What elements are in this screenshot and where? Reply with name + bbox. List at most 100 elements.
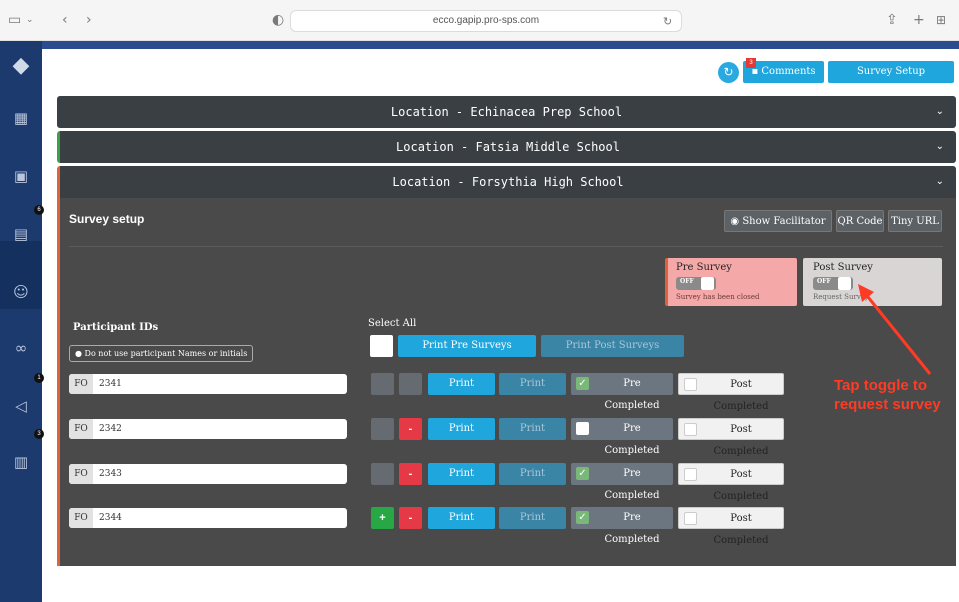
- print-pre-button[interactable]: Print: [428, 507, 495, 529]
- document-icon: ▥: [13, 453, 29, 471]
- select-all-label: Select All: [368, 318, 417, 329]
- print-pre-button[interactable]: Print: [428, 463, 495, 485]
- toggle-state: OFF: [817, 278, 831, 285]
- participant-id-field[interactable]: FO 2343: [69, 464, 347, 484]
- location-header-forsythia[interactable]: Location - Forsythia High School ⌄: [57, 166, 956, 198]
- add-participant-button[interactable]: +: [371, 507, 394, 529]
- add-participant-button[interactable]: [371, 463, 394, 485]
- pre-completed-toggle[interactable]: Pre Completed: [571, 418, 673, 456]
- participant-id-value: 2341: [99, 379, 122, 389]
- print-post-button[interactable]: Print: [499, 463, 566, 485]
- annotation-arrow: [858, 284, 932, 375]
- participant-prefix: FO: [69, 374, 93, 394]
- notification-badge: 6: [34, 205, 44, 215]
- back-icon[interactable]: ‹: [62, 12, 68, 28]
- checkbox: [684, 512, 697, 525]
- reload-icon[interactable]: ↻: [663, 14, 672, 30]
- divider: [69, 246, 943, 247]
- tiny-url-button[interactable]: Tiny URL: [888, 210, 942, 232]
- sidebar-item-links[interactable]: ∞: [0, 339, 42, 357]
- checkbox: [576, 422, 589, 435]
- briefcase-icon: ▣: [13, 167, 29, 185]
- survey-setup-instructions-button[interactable]: Survey Setup Instructions: [828, 61, 954, 99]
- post-completed-toggle[interactable]: Post Completed: [678, 373, 784, 412]
- sidebar-item-users[interactable]: ☺: [0, 283, 42, 301]
- chevron-down-icon: ⌄: [935, 106, 944, 117]
- location-title: Location - Echinacea Prep School: [390, 105, 623, 119]
- chevron-down-icon[interactable]: ⌄: [26, 12, 34, 28]
- remove-participant-button[interactable]: -: [399, 507, 422, 529]
- users-icon: ☺: [13, 283, 29, 301]
- show-facilitator-label: Show Facilitator: [742, 216, 826, 227]
- new-tab-icon[interactable]: +: [913, 12, 925, 28]
- sidebar-item-announcements[interactable]: ◁: [0, 397, 42, 415]
- notification-badge: 3: [34, 429, 44, 439]
- print-pre-surveys-button[interactable]: Print Pre Surveys: [398, 335, 536, 357]
- forward-icon[interactable]: ›: [86, 12, 92, 28]
- participant-id-field[interactable]: FO 2342: [69, 419, 347, 439]
- participant-id-field[interactable]: FO 2341: [69, 374, 347, 394]
- chevron-down-icon: ⌄: [935, 141, 944, 152]
- participant-id-field[interactable]: FO 2344: [69, 508, 347, 528]
- pre-completed-toggle[interactable]: ✓ Pre Completed: [571, 373, 673, 411]
- qr-code-button[interactable]: QR Code: [836, 210, 884, 232]
- sidebar-toggle-icon[interactable]: ▭: [8, 12, 21, 28]
- post-completed-toggle[interactable]: Post Completed: [678, 418, 784, 457]
- print-pre-button[interactable]: Print: [428, 373, 495, 395]
- app-header-strip: [0, 41, 959, 49]
- pre-completed-toggle[interactable]: ✓ Pre Completed: [571, 507, 673, 545]
- post-survey-toggle[interactable]: OFF: [813, 277, 853, 290]
- remove-participant-button[interactable]: -: [399, 418, 422, 440]
- checkbox: [684, 468, 697, 481]
- pre-survey-status: Survey has been closed: [676, 293, 760, 301]
- notification-badge: 1: [34, 373, 44, 383]
- participant-id-value: 2343: [99, 469, 122, 479]
- remove-participant-button[interactable]: [399, 373, 422, 395]
- add-participant-button[interactable]: [371, 373, 394, 395]
- print-pre-button[interactable]: Print: [428, 418, 495, 440]
- participant-id-value: 2342: [99, 424, 122, 434]
- print-post-surveys-button[interactable]: Print Post Surveys: [541, 335, 684, 357]
- sidebar-item-projects[interactable]: ▣: [0, 167, 42, 185]
- toggle-knob: [701, 277, 714, 290]
- post-completed-toggle[interactable]: Post Completed: [678, 507, 784, 546]
- sidebar-item-surveys[interactable]: ▤: [0, 225, 42, 243]
- comments-label: Comments: [761, 66, 816, 77]
- logo-icon[interactable]: ◆: [0, 53, 42, 78]
- annotation-text: Tap toggle to request survey: [834, 377, 941, 413]
- refresh-icon: ↻: [723, 65, 734, 79]
- print-post-button[interactable]: Print: [499, 418, 566, 440]
- share-icon[interactable]: ⇪: [886, 12, 898, 28]
- pre-completed-toggle[interactable]: ✓ Pre Completed: [571, 463, 673, 501]
- remove-participant-button[interactable]: -: [399, 463, 422, 485]
- pre-survey-toggle[interactable]: OFF: [676, 277, 716, 290]
- report-icon: ▦: [13, 109, 29, 127]
- refresh-button[interactable]: ↻: [718, 62, 739, 83]
- shield-icon[interactable]: ◐: [272, 12, 284, 28]
- survey-setup-heading: Survey setup: [69, 212, 145, 226]
- participant-prefix: FO: [69, 464, 93, 484]
- checkbox: [684, 423, 697, 436]
- participant-prefix: FO: [69, 419, 93, 439]
- address-bar[interactable]: ecco.gapip.pro-sps.com ↻: [290, 10, 682, 32]
- sidebar-item-reports[interactable]: ▥: [0, 453, 42, 471]
- print-post-button[interactable]: Print: [499, 373, 566, 395]
- sidebar: ◆ ▦ ▣ ▤ 6 ☺ ∞ ◁ 1 ▥ 3: [0, 41, 44, 602]
- tab-overview-icon[interactable]: ⊞: [936, 12, 946, 28]
- user-icon: ◉: [730, 216, 740, 227]
- print-post-button[interactable]: Print: [499, 507, 566, 529]
- location-title: Location - Forsythia High School: [392, 175, 624, 189]
- browser-toolbar: ▭ ⌄ ‹ › ◐ ecco.gapip.pro-sps.com ↻ ⇪ + ⊞: [0, 0, 959, 41]
- add-participant-button[interactable]: [371, 418, 394, 440]
- pre-survey-title: Pre Survey: [676, 262, 732, 273]
- checkbox: [684, 378, 697, 391]
- check-icon: ✓: [576, 377, 589, 390]
- show-facilitator-button[interactable]: ◉ Show Facilitator: [724, 210, 832, 232]
- location-header-echinacea[interactable]: Location - Echinacea Prep School ⌄: [57, 96, 956, 128]
- pre-completed-label: Pre Completed: [604, 378, 660, 411]
- select-all-checkbox[interactable]: [370, 335, 393, 357]
- location-header-fatsia[interactable]: Location - Fatsia Middle School ⌄: [57, 131, 956, 163]
- participant-id-value: 2344: [99, 513, 122, 523]
- sidebar-item-dashboard[interactable]: ▦: [0, 109, 42, 127]
- post-completed-toggle[interactable]: Post Completed: [678, 463, 784, 502]
